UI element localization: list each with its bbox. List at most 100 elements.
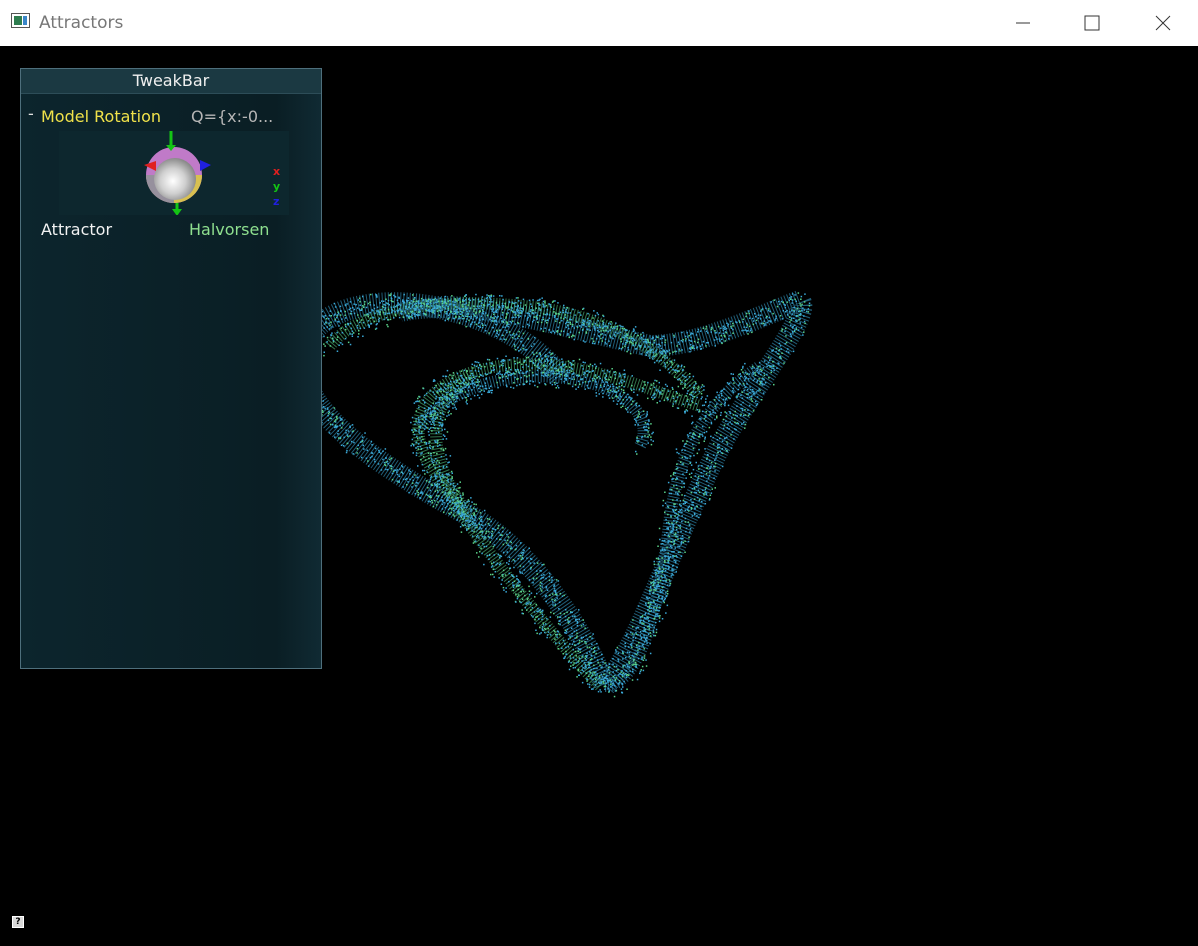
window-titlebar[interactable]: Attractors (0, 0, 1198, 46)
attractor-point (686, 440, 688, 443)
attractor-point (564, 615, 567, 618)
attractor-point (593, 333, 596, 336)
attractor-point (327, 317, 330, 320)
attractor-point (441, 300, 444, 303)
attractor-value[interactable]: Halvorsen (189, 220, 269, 239)
attractor-point (494, 571, 497, 573)
close-button[interactable] (1140, 0, 1186, 46)
attractor-point (655, 389, 658, 392)
attractor-point (370, 317, 372, 319)
rotation-gizmo[interactable]: x y z (59, 131, 289, 216)
attractor-point (561, 358, 563, 360)
attractor-point (508, 359, 511, 361)
attractor-point (656, 613, 659, 615)
model-rotation-value[interactable]: Q={x:-0... (191, 107, 273, 126)
attractor-point (520, 590, 522, 593)
attractor-point (677, 531, 679, 534)
attractor-point (429, 298, 431, 301)
attractor-point (537, 364, 539, 367)
attractor-point (769, 365, 772, 367)
tweakbar-panel[interactable]: TweakBar - Model Rotation Q={x:-0... x y… (20, 68, 322, 669)
attractor-point (471, 535, 474, 537)
render-viewport[interactable]: TweakBar - Model Rotation Q={x:-0... x y… (0, 46, 1198, 946)
tweakbar-title[interactable]: TweakBar (21, 69, 321, 94)
attractor-point (722, 329, 725, 331)
attractor-point (575, 388, 577, 390)
minimize-button[interactable] (1000, 0, 1046, 46)
attractor-point (567, 646, 570, 648)
attractor-point (433, 459, 435, 462)
attractor-point (497, 372, 500, 374)
attractor-point (574, 666, 576, 669)
attractor-point (435, 416, 437, 419)
collapse-toggle[interactable]: - (28, 104, 34, 123)
attractor-point (767, 309, 770, 312)
attractor-point (541, 358, 543, 360)
attractor-point (408, 469, 410, 471)
attractor-point (752, 379, 755, 382)
attractor-point (753, 378, 756, 380)
attractor-point (591, 337, 593, 340)
attractor-point (572, 648, 575, 651)
attractor-point (430, 300, 432, 302)
attractor-point (772, 364, 775, 367)
attractor-point (538, 382, 541, 384)
attractor-point (652, 394, 654, 397)
attractor-point (443, 395, 445, 398)
attractor-point (532, 616, 534, 618)
attractor-point (788, 299, 790, 301)
attractor-point (430, 405, 432, 407)
attractor-point (532, 577, 535, 579)
attractor-point (691, 400, 693, 402)
attractor-point (739, 377, 741, 379)
attractor-point (508, 331, 511, 333)
attractor-point (687, 403, 690, 406)
attractor-point (535, 629, 537, 631)
attractor-point (443, 493, 446, 496)
attractor-point (327, 419, 330, 422)
help-icon[interactable]: ? (12, 916, 24, 928)
attractor-point (622, 391, 625, 394)
attractor-point (532, 351, 534, 354)
attractor-point (554, 383, 556, 386)
attractor-point (635, 421, 638, 423)
attractor-point (664, 579, 666, 582)
attractor-point (623, 680, 625, 683)
attractor-point (417, 302, 420, 305)
attractor-point (498, 563, 501, 566)
attractor-point (499, 307, 501, 309)
attractor-point (536, 314, 539, 316)
attractor-point (414, 492, 417, 495)
attractor-point (669, 488, 671, 491)
attractor-point (522, 548, 525, 551)
attractor-point (704, 488, 707, 491)
attractor-point (741, 409, 744, 412)
attractor-point (790, 335, 793, 338)
attractor-point (549, 305, 552, 308)
attractor-point (681, 374, 684, 376)
attractor-point (326, 407, 329, 409)
attractor-point (413, 433, 416, 436)
attractor-point (770, 357, 772, 359)
model-rotation-label[interactable]: Model Rotation (41, 107, 161, 126)
attractor-point (739, 321, 741, 323)
attractor-point (661, 586, 663, 589)
attractor-point (436, 442, 439, 445)
attractor-point (709, 401, 711, 403)
attractor-point (609, 344, 611, 347)
attractor-point (759, 365, 761, 367)
attractor-point (562, 309, 564, 312)
attractor-point (441, 473, 444, 476)
attractor-point (799, 310, 801, 312)
attractor-point (369, 301, 371, 304)
attractor-point (509, 334, 512, 336)
maximize-button[interactable] (1069, 0, 1115, 46)
attractor-point (689, 528, 692, 530)
attractor-label[interactable]: Attractor (41, 220, 112, 239)
attractor-point (444, 319, 446, 322)
attractor-point (660, 352, 662, 354)
attractor-point (500, 364, 502, 366)
attractor-point (661, 352, 664, 354)
attractor-point (441, 302, 444, 305)
attractor-point (502, 299, 504, 301)
